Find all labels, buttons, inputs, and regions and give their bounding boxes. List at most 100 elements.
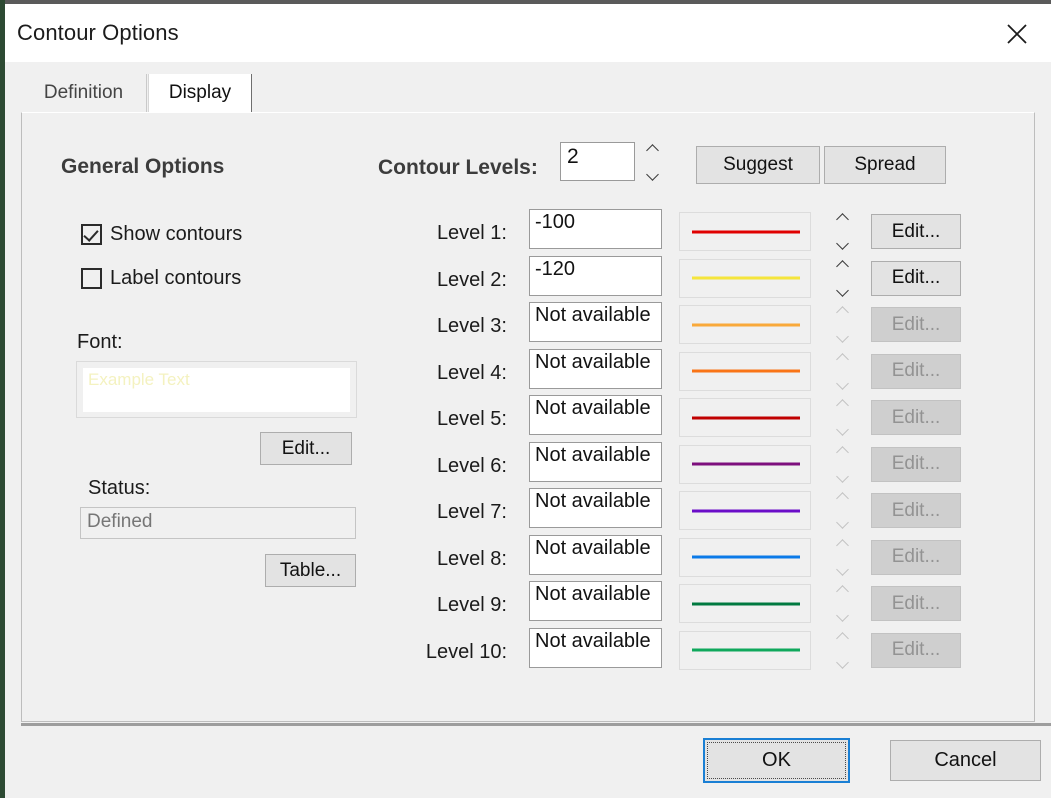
level-edit-button: Edit... bbox=[871, 353, 961, 389]
level-edit-button: Edit... bbox=[871, 446, 961, 482]
tab-definition[interactable]: Definition bbox=[21, 74, 147, 112]
level-label: Level 7: bbox=[436, 501, 507, 523]
contour-level-row: Level 2: -120 Edit... bbox=[22, 255, 1034, 302]
chevron-up-icon[interactable] bbox=[837, 261, 849, 269]
contour-level-row: Level 1: -100 Edit... bbox=[22, 209, 1034, 255]
contour-level-row: Level 10: Not available Edit... bbox=[22, 627, 1034, 674]
level-stepper bbox=[834, 540, 852, 574]
spread-button[interactable]: Spread bbox=[824, 146, 946, 184]
suggest-button[interactable]: Suggest bbox=[696, 146, 820, 184]
contour-level-row: Level 5: Not available Edit... bbox=[22, 395, 1034, 441]
level-value: Not available bbox=[535, 490, 651, 512]
level-edit-button: Edit... bbox=[871, 539, 961, 575]
level-color-swatch[interactable] bbox=[679, 491, 811, 530]
contour-levels-count-input[interactable]: 2 bbox=[560, 142, 635, 181]
level-label: Level 4: bbox=[436, 361, 507, 384]
level-label: Level 1: bbox=[436, 222, 507, 244]
level-value-input[interactable]: Not available bbox=[529, 302, 662, 342]
level-color-line bbox=[692, 555, 800, 559]
level-color-line bbox=[692, 648, 800, 652]
level-value-input[interactable]: Not available bbox=[529, 395, 662, 435]
level-edit-button-label: Edit... bbox=[891, 220, 941, 242]
level-edit-button: Edit... bbox=[871, 586, 961, 621]
level-edit-button-label: Edit... bbox=[891, 499, 941, 521]
level-stepper bbox=[834, 586, 852, 620]
level-value-input[interactable]: -120 bbox=[529, 255, 662, 296]
chevron-down-icon bbox=[837, 473, 849, 481]
level-value: Not available bbox=[535, 350, 651, 373]
chevron-up-icon[interactable] bbox=[647, 145, 659, 153]
level-color-swatch[interactable] bbox=[679, 537, 811, 577]
chevron-up-icon bbox=[837, 493, 849, 501]
chevron-down-icon[interactable] bbox=[837, 287, 849, 295]
level-color-swatch[interactable] bbox=[679, 258, 811, 298]
level-edit-button[interactable]: Edit... bbox=[871, 214, 961, 249]
tab-definition-label: Definition bbox=[43, 82, 124, 103]
level-stepper[interactable] bbox=[834, 214, 852, 248]
level-color-line bbox=[692, 276, 800, 280]
level-label: Level 2: bbox=[436, 268, 507, 291]
level-value: Not available bbox=[535, 536, 651, 559]
level-color-swatch[interactable] bbox=[679, 630, 811, 670]
cancel-button[interactable]: Cancel bbox=[890, 740, 1041, 781]
level-edit-button: Edit... bbox=[871, 493, 961, 528]
contour-level-row: Level 8: Not available Edit... bbox=[22, 534, 1034, 581]
level-label: Level 6: bbox=[436, 454, 507, 477]
level-edit-button-label: Edit... bbox=[891, 267, 941, 288]
level-stepper bbox=[834, 493, 852, 527]
level-value-input[interactable]: Not available bbox=[529, 441, 662, 482]
chevron-up-icon bbox=[837, 540, 849, 548]
chevron-up-icon bbox=[837, 400, 849, 408]
level-value: Not available bbox=[535, 397, 651, 419]
chevron-up-icon bbox=[837, 447, 849, 455]
level-value: Not available bbox=[535, 583, 651, 605]
level-color-line bbox=[692, 369, 800, 373]
level-value-input[interactable]: Not available bbox=[529, 581, 662, 621]
level-edit-button-label: Edit... bbox=[891, 546, 941, 567]
level-edit-button-label: Edit... bbox=[891, 453, 941, 474]
tab-display[interactable]: Display bbox=[148, 74, 252, 112]
level-edit-button: Edit... bbox=[871, 632, 961, 668]
level-value-input[interactable]: Not available bbox=[529, 348, 662, 389]
level-label: Level 9: bbox=[436, 594, 507, 616]
level-stepper bbox=[834, 447, 852, 481]
level-edit-button-label: Edit... bbox=[891, 313, 941, 335]
close-icon[interactable] bbox=[991, 10, 1043, 58]
level-value: -100 bbox=[535, 211, 576, 233]
level-stepper bbox=[834, 633, 852, 667]
level-color-swatch[interactable] bbox=[679, 212, 811, 251]
level-value: -120 bbox=[535, 257, 576, 280]
level-edit-button[interactable]: Edit... bbox=[871, 260, 961, 296]
contour-levels-count-stepper[interactable] bbox=[644, 145, 662, 179]
display-tab-panel: General Options Show contours Label cont… bbox=[21, 112, 1035, 722]
level-value: Not available bbox=[535, 443, 651, 466]
contour-options-dialog: Contour Options Definition Display Gener… bbox=[5, 0, 1051, 798]
tab-display-label: Display bbox=[168, 82, 232, 103]
level-color-swatch[interactable] bbox=[679, 444, 811, 484]
level-color-swatch[interactable] bbox=[679, 584, 811, 623]
level-value-input[interactable]: Not available bbox=[529, 534, 662, 575]
level-stepper bbox=[834, 307, 852, 341]
level-stepper bbox=[834, 354, 852, 388]
level-color-swatch[interactable] bbox=[679, 351, 811, 391]
tab-strip: Definition Display bbox=[5, 62, 1051, 112]
level-label: Level 5: bbox=[436, 408, 507, 430]
level-color-swatch[interactable] bbox=[679, 305, 811, 344]
level-color-line bbox=[692, 462, 800, 466]
chevron-down-icon[interactable] bbox=[837, 240, 849, 248]
title-bar: Contour Options bbox=[5, 0, 1051, 62]
level-color-swatch[interactable] bbox=[679, 398, 811, 437]
level-edit-button-label: Edit... bbox=[891, 360, 941, 381]
level-value-input[interactable]: Not available bbox=[529, 627, 662, 668]
level-edit-button-label: Edit... bbox=[891, 406, 941, 428]
level-stepper[interactable] bbox=[834, 261, 852, 295]
ok-button[interactable]: OK bbox=[703, 738, 850, 783]
spread-button-label: Spread bbox=[854, 154, 916, 175]
chevron-down-icon[interactable] bbox=[647, 171, 659, 179]
level-value-input[interactable]: -100 bbox=[529, 209, 662, 249]
chevron-down-icon bbox=[837, 333, 849, 341]
chevron-up-icon[interactable] bbox=[837, 214, 849, 222]
level-color-line bbox=[692, 323, 800, 326]
footer-separator bbox=[21, 723, 1051, 726]
level-value-input[interactable]: Not available bbox=[529, 488, 662, 528]
